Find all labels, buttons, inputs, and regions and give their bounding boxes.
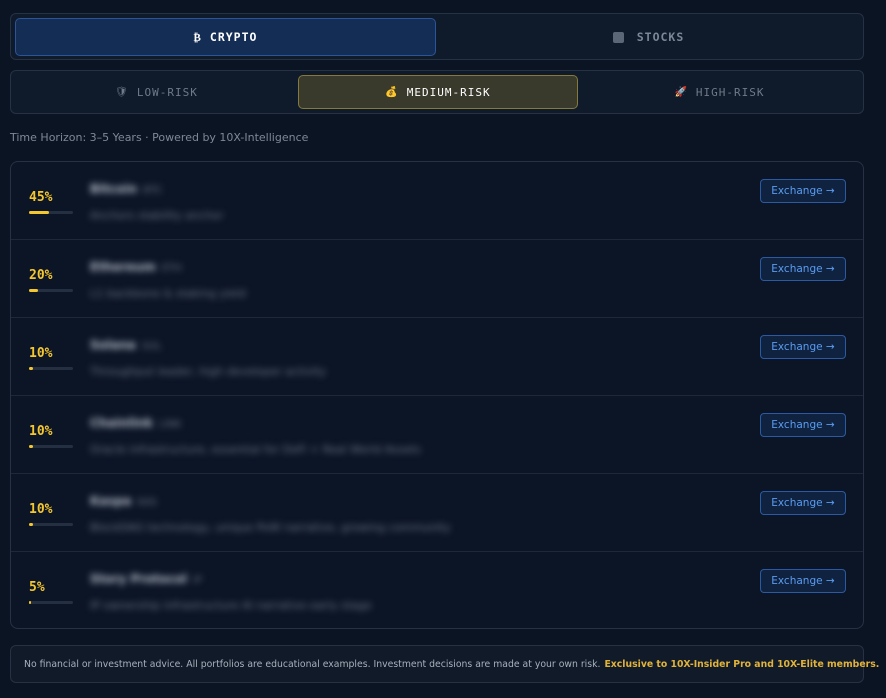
asset-description: Anchors stability anchor bbox=[90, 209, 224, 222]
holding-row: 5% Story Protocol IP IP ownership infrast… bbox=[11, 552, 863, 628]
asset-description: IP ownership infrastructure AI narrative… bbox=[90, 599, 372, 612]
allocation-bar-fill bbox=[29, 601, 32, 604]
allocation-percent: 10% bbox=[29, 502, 53, 517]
asset-ticker: LINK bbox=[158, 419, 182, 430]
asset-type-tabs: ₿ CRYPTO STOCKS bbox=[10, 13, 864, 60]
asset-ticker: SOL bbox=[141, 341, 162, 352]
allocation-percent: 5% bbox=[29, 580, 45, 595]
exchange-button[interactable]: Exchange → bbox=[760, 179, 846, 203]
bitcoin-icon: ₿ bbox=[193, 30, 202, 44]
time-horizon-subtitle: Time Horizon: 3–5 Years · Powered by 10X… bbox=[10, 131, 309, 144]
allocation-percent: 20% bbox=[29, 268, 53, 283]
asset-description: L1 backbone & staking yield bbox=[90, 287, 246, 300]
asset-ticker: ETH bbox=[161, 263, 182, 274]
allocation-bar-fill bbox=[29, 523, 34, 526]
allocation-bar bbox=[29, 211, 73, 214]
chart-icon bbox=[612, 31, 624, 43]
holding-row: 10% Kaspa KAS BlockDAG technology, unique… bbox=[11, 474, 863, 552]
tab-high-risk-label: HIGH-RISK bbox=[695, 85, 765, 99]
asset-name: Solana SOL bbox=[90, 338, 162, 352]
asset-ticker: BTC bbox=[143, 185, 163, 196]
allocation-bar bbox=[29, 367, 73, 370]
tab-high-risk[interactable]: 🚀 HIGH-RISK bbox=[578, 75, 861, 109]
tab-stocks[interactable]: STOCKS bbox=[436, 18, 861, 56]
exchange-button[interactable]: Exchange → bbox=[760, 491, 846, 515]
asset-name-text: Bitcoin bbox=[90, 182, 138, 196]
exchange-button[interactable]: Exchange → bbox=[760, 413, 846, 437]
tab-stocks-label: STOCKS bbox=[636, 30, 685, 44]
money-bag-icon: 💰 bbox=[385, 86, 399, 98]
asset-name: Ethereum ETH bbox=[90, 260, 182, 274]
allocation-percent: 45% bbox=[29, 190, 53, 205]
asset-ticker: KAS bbox=[137, 497, 157, 508]
allocation-percent: 10% bbox=[29, 424, 53, 439]
allocation-bar bbox=[29, 289, 73, 292]
asset-ticker: IP bbox=[192, 575, 202, 586]
tab-crypto[interactable]: ₿ CRYPTO bbox=[15, 18, 436, 56]
exchange-button[interactable]: Exchange → bbox=[760, 257, 846, 281]
membership-note: Exclusive to 10X-Insider Pro and 10X-Eli… bbox=[604, 658, 880, 670]
exchange-button[interactable]: Exchange → bbox=[760, 569, 846, 593]
tab-medium-risk-label: MEDIUM-RISK bbox=[406, 85, 491, 99]
tab-low-risk-label: LOW-RISK bbox=[136, 85, 198, 99]
tab-crypto-label: CRYPTO bbox=[209, 30, 258, 44]
tab-low-risk[interactable]: 🛡 LOW-RISK bbox=[15, 75, 298, 109]
exchange-button[interactable]: Exchange → bbox=[760, 335, 846, 359]
asset-name-text: Chainlink bbox=[90, 416, 153, 430]
disclaimer-text: No financial or investment advice. All p… bbox=[24, 658, 601, 670]
allocation-bar-fill bbox=[29, 211, 49, 214]
asset-name-text: Story Protocol bbox=[90, 572, 187, 586]
allocation-bar bbox=[29, 601, 73, 604]
holding-row: 45% Bitcoin BTC Anchors stability anchor … bbox=[11, 162, 863, 240]
asset-description: Oracle infrastructure, essential for DeF… bbox=[90, 443, 421, 456]
allocation-bar-fill bbox=[29, 367, 34, 370]
allocation-bar bbox=[29, 523, 73, 526]
holding-row: 10% Solana SOL Throughput leader, high de… bbox=[11, 318, 863, 396]
tab-medium-risk[interactable]: 💰 MEDIUM-RISK bbox=[298, 75, 578, 109]
holding-row: 10% Chainlink LINK Oracle infrastructure,… bbox=[11, 396, 863, 474]
disclaimer-banner: No financial or investment advice. All p… bbox=[10, 645, 879, 683]
asset-name: Story Protocol IP bbox=[90, 572, 202, 586]
risk-level-tabs: 🛡 LOW-RISK 💰 MEDIUM-RISK 🚀 HIGH-RISK bbox=[10, 70, 864, 114]
asset-description: BlockDAG technology, unique PoW narrativ… bbox=[90, 521, 451, 534]
shield-icon: 🛡 bbox=[115, 86, 129, 98]
asset-description: Throughput leader, high developer activi… bbox=[90, 365, 326, 378]
asset-name-text: Kaspa bbox=[90, 494, 132, 508]
asset-name: Kaspa KAS bbox=[90, 494, 157, 508]
asset-name: Bitcoin BTC bbox=[90, 182, 162, 196]
allocation-bar bbox=[29, 445, 73, 448]
allocation-bar-fill bbox=[29, 445, 34, 448]
holdings-list: 45% Bitcoin BTC Anchors stability anchor … bbox=[10, 161, 864, 629]
asset-name-text: Solana bbox=[90, 338, 136, 352]
asset-name: Chainlink LINK bbox=[90, 416, 181, 430]
rocket-icon: 🚀 bbox=[674, 86, 688, 98]
allocation-bar-fill bbox=[29, 289, 38, 292]
asset-name-text: Ethereum bbox=[90, 260, 156, 274]
allocation-percent: 10% bbox=[29, 346, 53, 361]
holding-row: 20% Ethereum ETH L1 backbone & staking yi… bbox=[11, 240, 863, 318]
